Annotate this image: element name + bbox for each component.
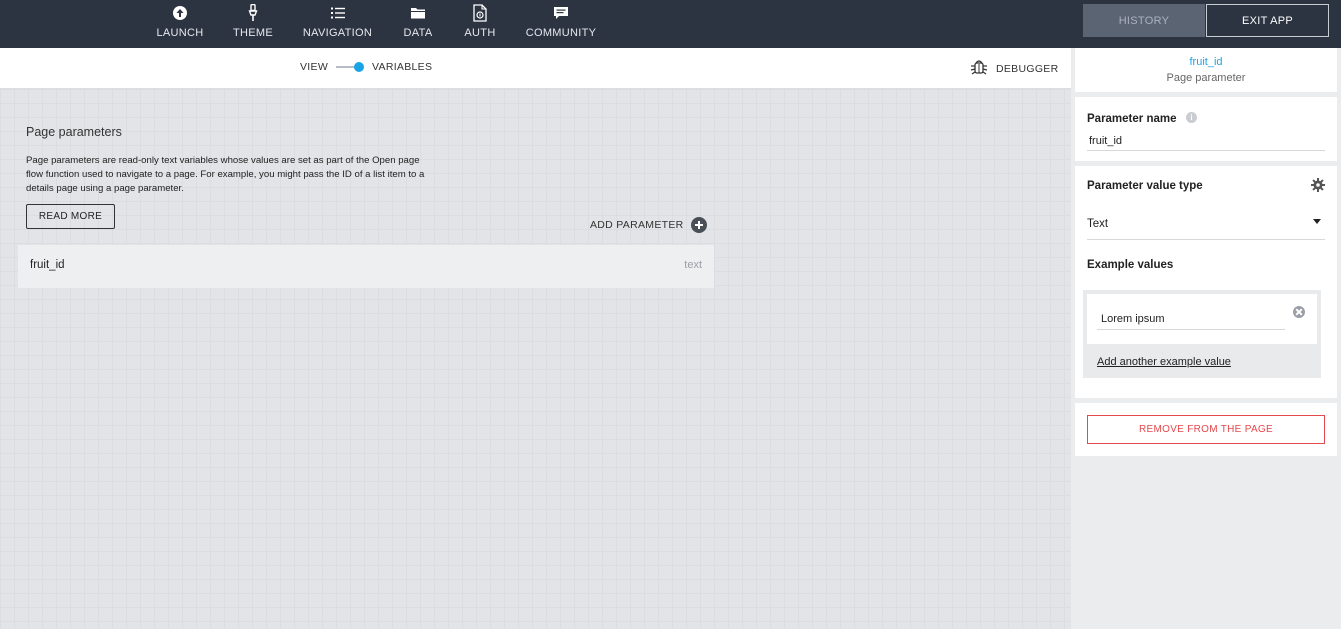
info-icon[interactable]: i [1185, 112, 1197, 124]
parameter-name-section: Parameter name i [1075, 97, 1337, 161]
nav-launch-label: LAUNCH [156, 27, 204, 39]
remove-from-page-button[interactable]: REMOVE FROM THE PAGE [1087, 415, 1325, 444]
value-type-select[interactable]: Text [1087, 214, 1325, 240]
view-mode-label[interactable]: VIEW [300, 61, 328, 73]
panel-header: fruit_id Page parameter [1075, 48, 1337, 92]
view-toolbar: VIEW VARIABLES DEBUGGER [0, 48, 1071, 89]
panel-parameter-id: fruit_id [1189, 56, 1223, 68]
example-values-label: Example values [1087, 259, 1174, 271]
add-parameter-button[interactable]: ADD PARAMETER [590, 217, 707, 233]
variables-canvas: Page parameters Page parameters are read… [0, 89, 1071, 629]
parameter-name-label-row: Parameter name i [1087, 109, 1197, 127]
page-parameters-title: Page parameters [26, 125, 122, 139]
parameter-name-label: Parameter name [1087, 113, 1177, 125]
parameter-type-section: Parameter value type Text Example values… [1075, 166, 1337, 398]
example-value-input[interactable] [1097, 308, 1285, 330]
exit-app-button[interactable]: EXIT APP [1206, 4, 1329, 37]
nav-theme[interactable]: THEME [233, 0, 273, 48]
clear-icon[interactable] [1293, 306, 1305, 318]
panel-subtitle: Page parameter [1166, 72, 1246, 84]
page-parameters-description: Page parameters are read-only text varia… [26, 155, 425, 194]
paintbrush-icon [247, 4, 259, 22]
debugger-button[interactable]: DEBUGGER [970, 59, 1059, 80]
history-button[interactable]: HISTORY [1083, 4, 1205, 37]
toggle-knob [354, 62, 364, 72]
nav-community[interactable]: COMMUNITY [525, 0, 597, 48]
parameter-name: fruit_id [30, 259, 65, 271]
nav-theme-label: THEME [233, 27, 273, 39]
read-more-button[interactable]: READ MORE [26, 204, 115, 229]
gear-icon[interactable] [1311, 178, 1325, 197]
plus-circle-icon [690, 217, 707, 233]
example-value-item [1087, 294, 1317, 344]
add-example-value-link[interactable]: Add another example value [1097, 356, 1231, 368]
example-values-box: Add another example value [1083, 290, 1321, 378]
parameter-value-type-label: Parameter value type [1087, 180, 1203, 192]
nav-navigation[interactable]: NAVIGATION [303, 0, 372, 48]
debugger-label: DEBUGGER [996, 63, 1059, 75]
bug-icon [970, 59, 988, 80]
list-icon [330, 4, 346, 22]
view-variables-toggle[interactable] [336, 60, 368, 74]
chat-icon [553, 4, 569, 22]
upload-circle-icon [172, 4, 188, 22]
parameter-name-input[interactable] [1087, 131, 1325, 151]
panel-scrollbar[interactable] [1337, 48, 1341, 629]
remove-section: REMOVE FROM THE PAGE [1075, 403, 1337, 456]
parameter-row[interactable]: fruit_id text [18, 245, 714, 288]
caret-down-icon [1313, 219, 1321, 224]
nav-launch[interactable]: LAUNCH [156, 0, 204, 48]
folder-icon [410, 4, 426, 22]
nav-auth-label: AUTH [464, 27, 496, 39]
nav-navigation-label: NAVIGATION [302, 27, 373, 39]
nav-data-label: DATA [403, 27, 433, 39]
nav-community-label: COMMUNITY [525, 27, 597, 39]
properties-panel: fruit_id Page parameter Parameter name i… [1071, 48, 1341, 629]
file-lock-icon [473, 4, 487, 22]
parameter-type: text [684, 259, 702, 271]
top-bar: LAUNCH THEME NAVIGATION DATA AUTH COMMUN… [0, 0, 1341, 48]
variables-mode-label[interactable]: VARIABLES [372, 61, 432, 73]
nav-data[interactable]: DATA [403, 0, 433, 48]
value-type-value: Text [1087, 218, 1109, 230]
nav-auth[interactable]: AUTH [464, 0, 496, 48]
add-parameter-label: ADD PARAMETER [590, 219, 684, 231]
